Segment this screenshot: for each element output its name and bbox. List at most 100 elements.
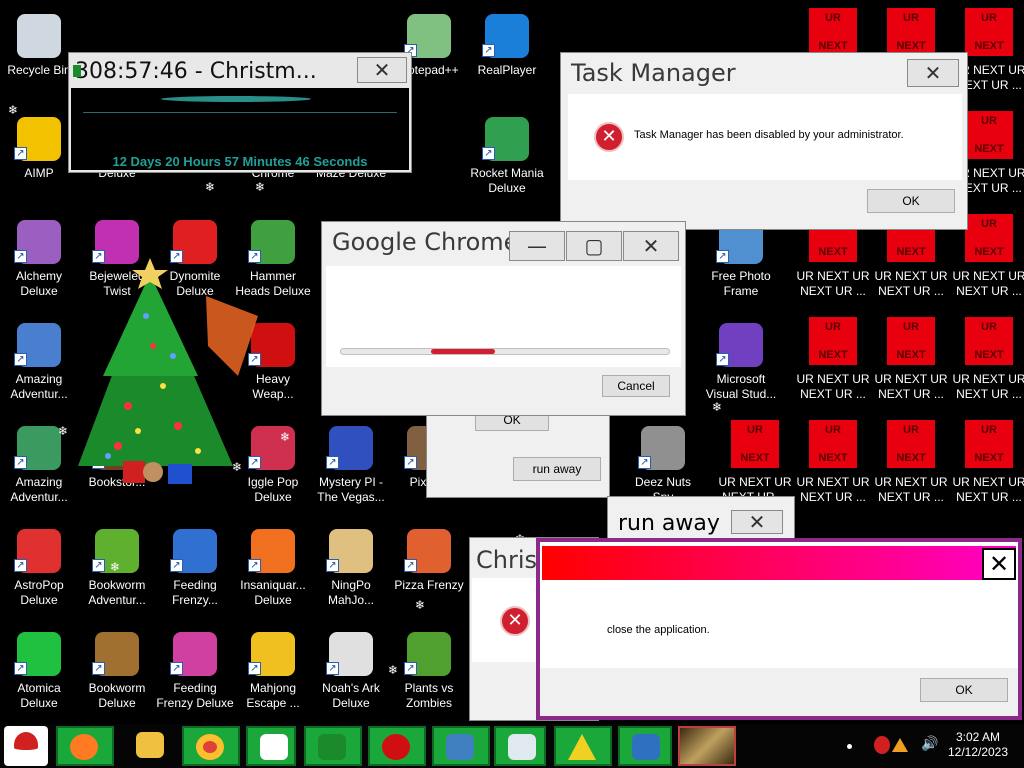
desktop-icon[interactable]: ↗ Pizza Frenzy bbox=[390, 521, 468, 617]
document-icon bbox=[508, 734, 536, 760]
shortcut-arrow-icon: ↗ bbox=[14, 559, 27, 572]
desktop-icon[interactable]: ↗ Mahjong Escape ... bbox=[234, 624, 312, 720]
desktop-icon-label: UR NEXT UR NEXT UR ... bbox=[874, 372, 948, 401]
next-text: NEXT bbox=[974, 246, 1004, 258]
warning-icon bbox=[568, 734, 596, 760]
shortcut-arrow-icon: ↗ bbox=[326, 662, 339, 675]
next-text: NEXT bbox=[896, 349, 926, 361]
minimize-button[interactable]: — bbox=[509, 231, 565, 261]
desktop-icon[interactable]: ↗ NingPo MahJo... bbox=[312, 521, 390, 617]
taskbar-app-tree[interactable] bbox=[304, 726, 362, 766]
clock[interactable]: 3:02 AM 12/12/2023 bbox=[940, 730, 1016, 760]
close-button[interactable]: ✕ bbox=[357, 57, 407, 83]
taskbar-app-document[interactable] bbox=[494, 726, 546, 766]
taskbar-file-explorer[interactable] bbox=[124, 726, 170, 766]
taskbar-firefox[interactable] bbox=[56, 726, 114, 766]
ur-next-desktop-icon[interactable]: UR NEXT UR NEXT UR NEXT UR ... bbox=[794, 315, 872, 411]
next-text: NEXT bbox=[974, 143, 1004, 155]
shortcut-arrow-icon: ↗ bbox=[92, 559, 105, 572]
next-text: NEXT bbox=[896, 452, 926, 464]
ur-text: UR bbox=[903, 12, 919, 24]
volume-icon[interactable]: 🔊 bbox=[921, 736, 938, 752]
desktop-icon-label: Feeding Frenzy Deluxe bbox=[156, 681, 234, 710]
clock-time: 3:02 AM bbox=[955, 730, 1001, 744]
desktop-icon[interactable]: ↗ Bookworm Deluxe bbox=[78, 624, 156, 720]
ok-button[interactable]: OK bbox=[867, 189, 955, 213]
next-text: NEXT bbox=[818, 246, 848, 258]
desktop-icon[interactable]: ↗ Rocket Mania Deluxe bbox=[468, 109, 546, 205]
taskbar-app-notepad[interactable] bbox=[246, 726, 296, 766]
desktop-icon-label: Feeding Frenzy... bbox=[172, 578, 218, 607]
ur-text: UR bbox=[981, 12, 997, 24]
countdown-text: 12 Days 20 Hours 57 Minutes 46 Seconds bbox=[112, 154, 368, 169]
taskbar: 🔊 3:02 AM 12/12/2023 bbox=[0, 724, 1024, 768]
desktop-icon[interactable]: ↗ Microsoft Visual Stud... bbox=[702, 315, 780, 411]
desktop-icon[interactable]: ↗ AIMP bbox=[0, 109, 78, 205]
close-button[interactable]: ✕ bbox=[731, 510, 783, 534]
chrome-icon bbox=[196, 734, 224, 760]
cancel-button[interactable]: Cancel bbox=[602, 375, 670, 397]
close-button[interactable]: ✕ bbox=[907, 59, 959, 87]
taskbar-chrome[interactable] bbox=[182, 726, 240, 766]
desktop-icon-label: Rocket Mania Deluxe bbox=[470, 166, 544, 195]
desktop-icon[interactable]: Recycle Bin bbox=[0, 6, 78, 102]
close-button[interactable]: ✕ bbox=[623, 231, 679, 261]
shortcut-arrow-icon: ↗ bbox=[638, 456, 651, 469]
taskbar-app-warning[interactable] bbox=[554, 726, 612, 766]
desktop-icon-label: Atomica Deluxe bbox=[17, 681, 61, 710]
christmas-tree-decoration bbox=[58, 256, 258, 492]
shortcut-arrow-icon: ↗ bbox=[404, 456, 417, 469]
snowflake-icon: ❄ bbox=[8, 103, 19, 117]
tray-icons[interactable] bbox=[874, 736, 914, 756]
ur-next-desktop-icon[interactable]: UR NEXT UR NEXT UR NEXT UR ... bbox=[950, 418, 1024, 514]
ur-next-desktop-icon[interactable]: UR NEXT UR NEXT UR NEXT UR ... bbox=[794, 418, 872, 514]
close-application-dialog: ✕ close the application. OK bbox=[536, 538, 1022, 720]
ur-next-icon: UR NEXT bbox=[965, 8, 1013, 56]
taskbar-app-active[interactable] bbox=[678, 726, 736, 766]
snowflake-icon: ❄ bbox=[205, 180, 216, 194]
ur-text: UR bbox=[903, 424, 919, 436]
desktop-icon[interactable]: ↗ Mystery PI - The Vegas... bbox=[312, 418, 390, 514]
progress-track bbox=[340, 348, 670, 355]
desktop-icon[interactable]: ↗ Atomica Deluxe bbox=[0, 624, 78, 720]
ur-next-desktop-icon[interactable]: UR NEXT UR NEXT UR NEXT UR ... bbox=[872, 315, 950, 411]
desktop-icon[interactable]: ↗ AstroPop Deluxe bbox=[0, 521, 78, 617]
run-away-button[interactable]: run away bbox=[513, 457, 601, 481]
next-text: NEXT bbox=[974, 40, 1004, 52]
shortcut-arrow-icon: ↗ bbox=[404, 559, 417, 572]
desktop-icon-label: UR NEXT UR NEXT UR ... bbox=[952, 372, 1024, 401]
maximize-button[interactable]: ▢ bbox=[566, 231, 622, 261]
desktop-icon-label: UR NEXT UR NEXT UR ... bbox=[874, 269, 948, 298]
close-button[interactable]: ✕ bbox=[982, 548, 1016, 580]
ur-next-desktop-icon[interactable]: UR NEXT UR NEXT UR NEXT UR ... bbox=[872, 418, 950, 514]
desktop-icon-label: Bookworm Deluxe bbox=[88, 681, 146, 710]
progress-fill bbox=[431, 349, 495, 354]
ur-text: UR bbox=[981, 218, 997, 230]
ur-text: UR bbox=[981, 321, 997, 333]
santa-tray-icon bbox=[874, 736, 890, 754]
shortcut-arrow-icon: ↗ bbox=[248, 662, 261, 675]
gradient-title-bar bbox=[542, 546, 1016, 580]
desktop-icon[interactable]: ↗ Feeding Frenzy Deluxe bbox=[156, 624, 234, 720]
ur-next-desktop-icon[interactable]: UR NEXT UR NEXT UR NEXT UR ... bbox=[950, 315, 1024, 411]
desktop-icon[interactable]: ↗ Feeding Frenzy... bbox=[156, 521, 234, 617]
desktop-icon[interactable]: ↗ Insaniquar... Deluxe bbox=[234, 521, 312, 617]
ok-button[interactable]: OK bbox=[920, 678, 1008, 702]
desktop-icon[interactable]: ↗ Plants vs Zombies bbox=[390, 624, 468, 720]
shortcut-arrow-icon: ↗ bbox=[482, 44, 495, 57]
taskbar-app-radiation[interactable] bbox=[368, 726, 426, 766]
dialog-body bbox=[326, 266, 681, 367]
dialog-title: Chris bbox=[476, 546, 538, 574]
shortcut-arrow-icon: ↗ bbox=[14, 147, 27, 160]
desktop-icon-label: UR NEXT UR NEXT UR ... bbox=[796, 475, 870, 504]
shortcut-arrow-icon: ↗ bbox=[14, 662, 27, 675]
desktop-icon[interactable]: ↗ Noah's Ark Deluxe bbox=[312, 624, 390, 720]
ur-text: UR bbox=[825, 12, 841, 24]
next-text: NEXT bbox=[740, 452, 770, 464]
start-button[interactable] bbox=[4, 726, 48, 766]
desktop-icon[interactable]: ↗ RealPlayer bbox=[468, 6, 546, 102]
desktop-icon-label: UR NEXT UR NEXT UR ... bbox=[796, 269, 870, 298]
error-icon: ✕ bbox=[500, 606, 530, 636]
taskbar-app-monitor[interactable] bbox=[432, 726, 490, 766]
taskbar-app-control-panel[interactable] bbox=[618, 726, 672, 766]
